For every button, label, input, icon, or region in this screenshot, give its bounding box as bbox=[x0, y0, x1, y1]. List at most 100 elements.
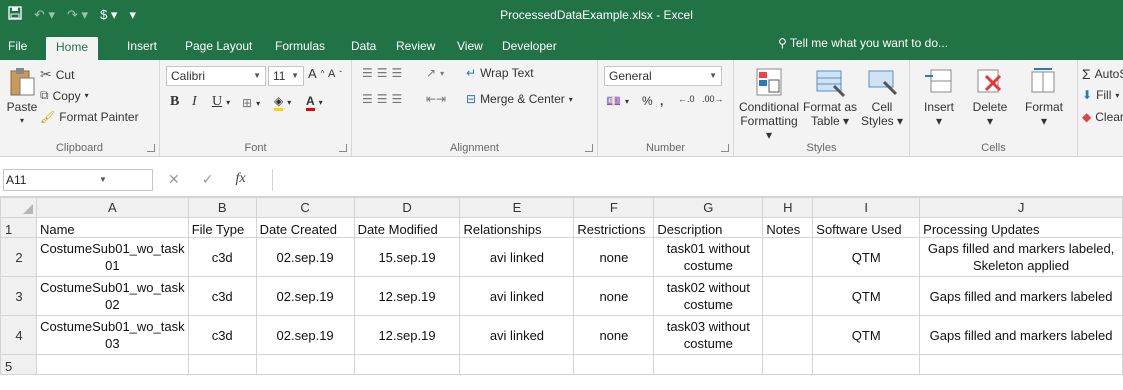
column-header-g[interactable]: G bbox=[653, 197, 764, 218]
cell-i1[interactable]: Software Used bbox=[812, 217, 921, 238]
font-name-select[interactable]: Calibri ▼ bbox=[166, 66, 266, 86]
tab-page-layout[interactable]: Page Layout bbox=[185, 36, 252, 60]
cell-e3[interactable]: avi linked bbox=[459, 276, 575, 316]
cut-button[interactable]: ✂ Cut bbox=[40, 66, 74, 83]
row-header-2[interactable]: 2 bbox=[0, 237, 37, 277]
cell-c3[interactable]: 02.sep.19 bbox=[255, 276, 355, 316]
merge-center-button[interactable]: ⊟ Merge & Center ▾ bbox=[466, 92, 573, 106]
column-header-h[interactable]: H bbox=[762, 197, 814, 218]
cell-g2[interactable]: task01 without costume bbox=[653, 237, 764, 277]
name-box[interactable]: A11 ▼ bbox=[3, 169, 153, 191]
tab-developer[interactable]: Developer bbox=[502, 36, 557, 60]
cell-a3[interactable]: CostumeSub01_wo_task02 bbox=[35, 276, 189, 316]
cell-e1[interactable]: Relationships bbox=[459, 217, 575, 238]
indent-buttons[interactable]: ⇤⇥ bbox=[426, 92, 446, 106]
clear-button[interactable]: ◆ Clear▾ bbox=[1082, 110, 1123, 124]
cell-a5[interactable] bbox=[35, 354, 189, 375]
cell-g5[interactable] bbox=[653, 354, 764, 375]
cell-j3[interactable]: Gaps filled and markers labeled bbox=[919, 276, 1123, 316]
cell-j4[interactable]: Gaps filled and markers labeled bbox=[919, 315, 1123, 355]
column-header-f[interactable]: F bbox=[573, 197, 655, 218]
cell-c5[interactable] bbox=[255, 354, 355, 375]
cell-d1[interactable]: Date Modified bbox=[353, 217, 461, 238]
row-header-1[interactable]: 1 bbox=[0, 217, 37, 238]
tab-file[interactable]: File bbox=[8, 36, 27, 60]
cell-b4[interactable]: c3d bbox=[187, 315, 257, 355]
increase-font-size-button[interactable]: A ^ bbox=[308, 66, 324, 81]
name-box-dropdown-icon[interactable]: ▼ bbox=[99, 170, 107, 190]
row-header-4[interactable]: 4 bbox=[0, 315, 37, 355]
alignment-launcher[interactable] bbox=[585, 144, 593, 152]
delete-cells-button[interactable]: Delete ▾ bbox=[964, 66, 1016, 128]
format-cells-button[interactable]: Format ▾ bbox=[1016, 66, 1072, 128]
cell-b2[interactable]: c3d bbox=[187, 237, 257, 277]
cell-i2[interactable]: QTM bbox=[812, 237, 921, 277]
insert-cells-button[interactable]: Insert ▾ bbox=[914, 66, 964, 128]
bold-button[interactable]: B bbox=[170, 94, 179, 110]
cell-a1[interactable]: Name bbox=[35, 217, 189, 238]
borders-button[interactable]: ⊞ ▾ bbox=[242, 96, 260, 110]
cell-h3[interactable] bbox=[762, 276, 814, 316]
autosum-button[interactable]: Σ AutoSum bbox=[1082, 66, 1123, 82]
column-header-i[interactable]: I bbox=[812, 197, 921, 218]
cell-d5[interactable] bbox=[353, 354, 461, 375]
cell-d3[interactable]: 12.sep.19 bbox=[353, 276, 461, 316]
clipboard-launcher[interactable] bbox=[147, 144, 155, 152]
cell-e5[interactable] bbox=[459, 354, 575, 375]
tell-me-box[interactable]: ⚲ Tell me what you want to do... bbox=[778, 36, 948, 50]
decrease-decimal-button[interactable]: .00→ bbox=[702, 94, 724, 104]
cell-j2[interactable]: Gaps filled and markers labeled, Skeleto… bbox=[919, 237, 1123, 277]
cell-c1[interactable]: Date Created bbox=[255, 217, 355, 238]
enter-icon[interactable]: ✓ bbox=[202, 171, 214, 188]
cell-i5[interactable] bbox=[812, 354, 921, 375]
cell-h2[interactable] bbox=[762, 237, 814, 277]
cell-c2[interactable]: 02.sep.19 bbox=[255, 237, 355, 277]
cell-c4[interactable]: 02.sep.19 bbox=[255, 315, 355, 355]
cell-f1[interactable]: Restrictions bbox=[573, 217, 655, 238]
cell-g1[interactable]: Description bbox=[653, 217, 764, 238]
orientation-button[interactable]: ↗ ▾ bbox=[426, 66, 444, 80]
cancel-icon[interactable]: ✕ bbox=[168, 171, 180, 188]
cell-g4[interactable]: task03 without costume bbox=[653, 315, 764, 355]
tab-insert[interactable]: Insert bbox=[127, 36, 157, 60]
cell-d4[interactable]: 12.sep.19 bbox=[353, 315, 461, 355]
cell-f5[interactable] bbox=[573, 354, 655, 375]
percent-button[interactable]: % bbox=[642, 94, 653, 108]
wrap-text-button[interactable]: ↵ Wrap Text bbox=[466, 66, 534, 80]
conditional-formatting-button[interactable]: Conditional Formatting ▾ bbox=[736, 66, 802, 142]
cell-j1[interactable]: Processing Updates bbox=[919, 217, 1123, 238]
column-header-d[interactable]: D bbox=[353, 197, 461, 218]
font-launcher[interactable] bbox=[339, 144, 347, 152]
column-header-e[interactable]: E bbox=[459, 197, 575, 218]
font-color-button[interactable]: A ▾ bbox=[306, 94, 323, 111]
number-launcher[interactable] bbox=[721, 144, 729, 152]
accounting-format-button[interactable]: 💷 ▾ bbox=[606, 94, 629, 108]
cell-j5[interactable] bbox=[919, 354, 1123, 375]
vertical-align-buttons[interactable]: ☰☰☰ bbox=[362, 66, 406, 80]
format-as-table-button[interactable]: Format as Table ▾ bbox=[802, 66, 858, 128]
horizontal-align-buttons[interactable]: ☰☰☰ bbox=[362, 92, 406, 106]
tab-review[interactable]: Review bbox=[396, 36, 435, 60]
number-format-select[interactable]: General ▼ bbox=[604, 66, 722, 86]
tab-home[interactable]: Home bbox=[46, 37, 99, 60]
cell-h1[interactable]: Notes bbox=[762, 217, 814, 238]
italic-button[interactable]: I bbox=[192, 94, 197, 110]
cell-b1[interactable]: File Type bbox=[187, 217, 257, 238]
column-header-c[interactable]: C bbox=[255, 197, 355, 218]
decrease-font-size-button[interactable]: Aˇ bbox=[328, 68, 342, 80]
tab-view[interactable]: View bbox=[457, 36, 483, 60]
cell-d2[interactable]: 15.sep.19 bbox=[353, 237, 461, 277]
cell-f4[interactable]: none bbox=[573, 315, 655, 355]
row-header-3[interactable]: 3 bbox=[0, 276, 37, 316]
cell-b3[interactable]: c3d bbox=[187, 276, 257, 316]
formula-input[interactable] bbox=[272, 169, 1123, 191]
column-header-j[interactable]: J bbox=[919, 197, 1123, 218]
cell-h4[interactable] bbox=[762, 315, 814, 355]
increase-decimal-button[interactable]: ←.0 bbox=[678, 94, 695, 104]
cell-styles-button[interactable]: Cell Styles ▾ bbox=[858, 66, 906, 128]
cell-h5[interactable] bbox=[762, 354, 814, 375]
cell-g3[interactable]: task02 without costume bbox=[653, 276, 764, 316]
cell-a4[interactable]: CostumeSub01_wo_task03 bbox=[35, 315, 189, 355]
copy-button[interactable]: ⧉ Copy ▾ bbox=[40, 88, 89, 103]
underline-button[interactable]: U ▾ bbox=[212, 94, 230, 110]
